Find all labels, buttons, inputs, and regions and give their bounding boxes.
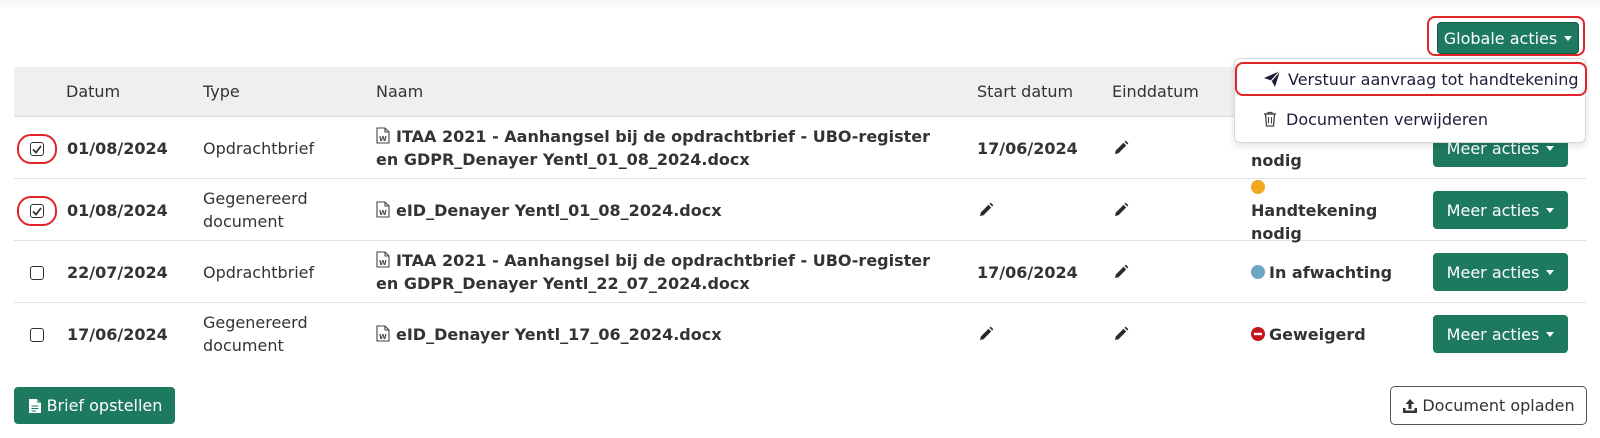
svg-text:W: W bbox=[379, 259, 387, 267]
row-status: In afwachting bbox=[1251, 241, 1421, 303]
status-text: nodig bbox=[1251, 151, 1302, 170]
header-start-date[interactable]: Start datum bbox=[977, 67, 1073, 117]
row-select-highlight bbox=[17, 196, 57, 226]
check-icon bbox=[32, 206, 42, 216]
row-start-date: 17/06/2024 bbox=[977, 262, 1078, 282]
svg-text:W: W bbox=[379, 209, 387, 217]
global-actions-highlight: Globale acties bbox=[1427, 16, 1585, 56]
row-status: Geweigerd bbox=[1251, 303, 1421, 365]
svg-text:W: W bbox=[379, 135, 387, 143]
row-type: Gegenereerd document bbox=[203, 313, 308, 355]
row-date: 01/08/2024 bbox=[67, 200, 168, 220]
edit-start-date[interactable] bbox=[977, 303, 1097, 365]
denied-icon bbox=[1251, 327, 1265, 341]
row-checkbox[interactable] bbox=[30, 204, 44, 218]
table-row: 01/08/2024 Gegenereerd document WeID_Den… bbox=[14, 179, 1586, 243]
trash-icon bbox=[1264, 111, 1276, 127]
row-type: Opdrachtbrief bbox=[203, 138, 315, 158]
word-document-icon: W bbox=[376, 200, 390, 218]
word-document-icon: W bbox=[376, 127, 390, 144]
edit-end-date[interactable] bbox=[1112, 117, 1152, 179]
row-actions: Meer acties bbox=[1433, 179, 1573, 241]
row-checkbox[interactable] bbox=[30, 328, 44, 342]
upload-document-button[interactable]: Document opladen bbox=[1390, 386, 1587, 425]
more-actions-label: Meer acties bbox=[1446, 324, 1540, 344]
upload-document-label: Document opladen bbox=[1422, 396, 1575, 415]
header-date[interactable]: Datum bbox=[66, 67, 120, 117]
row-name[interactable]: WeID_Denayer Yentl_01_08_2024.docx bbox=[376, 179, 936, 241]
status-dot-icon bbox=[1251, 179, 1265, 194]
row-name-text: ITAA 2021 - Aanhangsel bij de opdrachtbr… bbox=[376, 127, 931, 169]
row-start-date: 17/06/2024 bbox=[977, 138, 1078, 158]
row-name-text: eID_Denayer Yentl_17_06_2024.docx bbox=[396, 324, 722, 344]
row-date: 17/06/2024 bbox=[67, 324, 168, 344]
create-letter-label: Brief opstellen bbox=[46, 396, 163, 415]
file-icon bbox=[28, 398, 41, 413]
caret-down-icon bbox=[1546, 269, 1555, 275]
global-actions-menu: Verstuur aanvraag tot handtekening Docum… bbox=[1234, 58, 1587, 143]
header-end-date[interactable]: Einddatum bbox=[1112, 67, 1199, 117]
row-name-text: eID_Denayer Yentl_01_08_2024.docx bbox=[396, 200, 722, 220]
row-name[interactable]: W ITAA 2021 - Aanhangsel bij de opdrachtb… bbox=[376, 117, 936, 179]
row-name-text: ITAA 2021 - Aanhangsel bij de opdrachtbr… bbox=[376, 251, 931, 293]
word-document-icon: W bbox=[376, 251, 390, 268]
more-actions-button[interactable]: Meer acties bbox=[1433, 253, 1568, 291]
pencil-icon bbox=[1115, 202, 1129, 216]
row-name[interactable]: WeID_Denayer Yentl_17_06_2024.docx bbox=[376, 303, 936, 365]
create-letter-button[interactable]: Brief opstellen bbox=[14, 387, 175, 424]
more-actions-label: Meer acties bbox=[1446, 262, 1540, 282]
pencil-icon bbox=[980, 202, 994, 216]
top-fade bbox=[0, 0, 1600, 10]
row-type: Gegenereerd document bbox=[203, 189, 308, 231]
menu-item-delete-documents[interactable]: Documenten verwijderen bbox=[1235, 102, 1587, 136]
status-text: In afwachting bbox=[1269, 262, 1393, 282]
row-checkbox[interactable] bbox=[30, 142, 44, 156]
menu-item-label: Documenten verwijderen bbox=[1286, 109, 1489, 129]
row-type: Opdrachtbrief bbox=[203, 262, 315, 282]
pencil-icon bbox=[1115, 326, 1129, 340]
check-icon bbox=[32, 144, 42, 154]
row-status: Handtekening nodig bbox=[1251, 179, 1421, 243]
header-name[interactable]: Naam bbox=[376, 67, 423, 117]
status-dot-icon bbox=[1251, 265, 1265, 279]
edit-start-date[interactable] bbox=[977, 179, 1097, 241]
row-checkbox[interactable] bbox=[30, 266, 44, 280]
row-select bbox=[17, 258, 57, 288]
row-actions: Meer acties bbox=[1433, 303, 1573, 365]
caret-down-icon bbox=[1546, 331, 1555, 337]
status-text: Geweigerd bbox=[1269, 324, 1366, 344]
word-document-icon: W bbox=[376, 324, 390, 342]
edit-end-date[interactable] bbox=[1112, 241, 1152, 303]
more-actions-button[interactable]: Meer acties bbox=[1433, 191, 1568, 229]
edit-end-date[interactable] bbox=[1112, 303, 1152, 365]
pencil-icon bbox=[980, 326, 994, 340]
paper-plane-icon bbox=[1264, 70, 1281, 87]
row-actions: Meer acties bbox=[1433, 241, 1573, 303]
menu-item-send-signature-request[interactable]: Verstuur aanvraag tot handtekening bbox=[1235, 62, 1587, 96]
global-actions-button[interactable]: Globale acties bbox=[1437, 22, 1579, 54]
caret-down-icon bbox=[1546, 145, 1555, 151]
more-actions-button[interactable]: Meer acties bbox=[1433, 315, 1568, 353]
row-select-highlight bbox=[17, 134, 57, 164]
menu-item-label: Verstuur aanvraag tot handtekening bbox=[1288, 69, 1579, 89]
table-row: 22/07/2024 Opdrachtbrief W ITAA 2021 - Aa… bbox=[14, 241, 1586, 303]
pencil-icon bbox=[1115, 264, 1129, 278]
pencil-icon bbox=[1115, 140, 1129, 154]
edit-end-date[interactable] bbox=[1112, 179, 1152, 241]
row-select bbox=[17, 320, 57, 350]
caret-down-icon bbox=[1546, 207, 1555, 213]
caret-down-icon bbox=[1564, 35, 1573, 41]
svg-text:W: W bbox=[379, 333, 387, 341]
global-actions-label: Globale acties bbox=[1443, 28, 1558, 48]
upload-icon bbox=[1403, 398, 1418, 413]
row-date: 22/07/2024 bbox=[67, 262, 168, 282]
row-date: 01/08/2024 bbox=[67, 138, 168, 158]
table-row: 17/06/2024 Gegenereerd document WeID_Den… bbox=[14, 303, 1586, 365]
row-name[interactable]: W ITAA 2021 - Aanhangsel bij de opdrachtb… bbox=[376, 241, 936, 303]
status-text: Handtekening nodig bbox=[1251, 200, 1378, 243]
more-actions-label: Meer acties bbox=[1446, 200, 1540, 220]
header-type[interactable]: Type bbox=[203, 67, 240, 117]
